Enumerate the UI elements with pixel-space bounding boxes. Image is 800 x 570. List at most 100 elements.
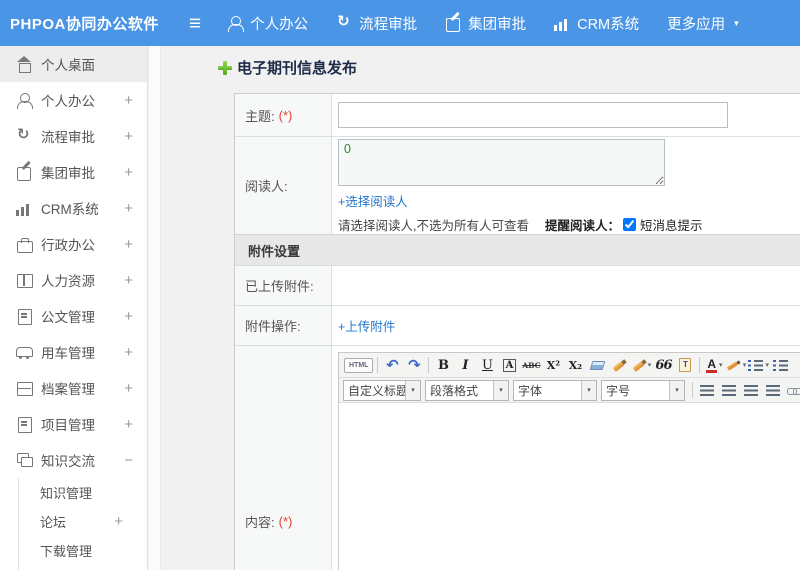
caret-down-icon[interactable]: ▾ [648,361,652,369]
font-frame-icon[interactable]: A [498,355,520,376]
nav-item-more-apps[interactable]: 更多应用 ▾ [667,13,739,34]
sidebar-item-public-file-cabinet[interactable]: 公共文件柜 [19,565,147,570]
caret-down-icon[interactable]: ▾ [581,380,596,400]
link-icon[interactable] [784,380,800,401]
heading-select[interactable]: 自定义标题 ▾ [343,379,421,401]
sidebar-item-knowledge-management[interactable]: 知识管理 [19,478,147,507]
align-center-icon[interactable] [718,380,740,401]
undo-icon[interactable]: ↶ [381,355,403,376]
highlight-icon[interactable]: ▾ [725,355,747,376]
editor-content-area[interactable] [339,403,800,570]
align-left-icon-glyph [700,384,714,396]
caret-down-icon[interactable]: ▾ [493,380,508,400]
subject-label: 主题: (*) [235,94,332,136]
rich-text-editor: HTML↶↷BIUAABCX²X₂▾66A▾▾▾ 自定义标题▾段落格式▾字体▾字… [338,352,800,570]
upload-attachment-link[interactable]: +上传附件 [338,316,800,335]
format-painter-icon[interactable]: ▾ [630,355,652,376]
sidebar-item-knowledge-exchange[interactable]: 知识交流 − [0,442,147,478]
editor-toolbar-row2: 自定义标题 ▾ 段落格式 ▾ 字体 ▾ 字号 ▾ [339,378,800,403]
sidebar-item-document-management[interactable]: 公文管理 + [0,298,147,334]
sidebar-item-crm-system[interactable]: CRM系统 + [0,190,147,226]
expand-icon[interactable]: + [124,272,133,289]
sidebar-item-project-management[interactable]: 项目管理 + [0,406,147,442]
subject-row: 主题: (*) [235,94,800,136]
subscript-icon[interactable]: X₂ [564,355,586,376]
nav-item-personal-office[interactable]: 个人办公 [227,13,308,34]
sidebar-item-personal-desktop[interactable]: 个人桌面 [0,46,147,82]
expand-icon[interactable]: + [124,200,133,217]
nav-item-label: 集团审批 [468,16,527,33]
chart-icon [16,200,32,216]
sms-notify-checkbox[interactable] [623,218,636,231]
sidebar-item-label: 集团审批 [41,166,95,181]
expand-icon[interactable]: + [124,344,133,361]
expand-icon[interactable]: + [124,236,133,253]
superscript-icon[interactable]: X² [542,355,564,376]
blockquote-icon[interactable]: 66 [652,355,674,376]
expand-icon[interactable]: + [124,164,133,181]
sidebar-menu: 个人桌面个人办公 + 流程审批 + 集团审批 + CRM系统 + 行政办公 + 人力资源 + 公文管理 +… [0,46,148,570]
paintbrush-icon-glyph [612,358,626,372]
sidebar-item-vehicle-management[interactable]: 用车管理 + [0,334,147,370]
sidebar-item-admin-office[interactable]: 行政办公 + [0,226,147,262]
bold-icon[interactable]: B [432,355,454,376]
align-right-icon[interactable] [740,380,762,401]
paragraph-select[interactable]: 段落格式 ▾ [425,379,509,401]
expand-icon[interactable]: + [124,92,133,109]
unordered-list-icon[interactable] [770,355,792,376]
font-color-icon[interactable]: A ▾ [703,355,725,376]
sidebar-item-group-approval[interactable]: 集团审批 + [0,154,147,190]
italic-icon[interactable]: I [454,355,476,376]
font-name-select-value: 字体 [518,383,543,398]
sidebar-item-process-approval[interactable]: 流程审批 + [0,118,147,154]
ordered-list-icon[interactable]: ▾ [747,355,770,376]
expand-icon[interactable]: + [124,380,133,397]
align-justify-icon[interactable] [762,380,784,401]
page-title-text: 电子期刊信息发布 [237,60,358,77]
collapse-icon[interactable]: − [124,452,133,469]
caret-down-icon[interactable]: ▾ [719,361,723,369]
subject-input[interactable] [338,102,728,128]
expand-icon[interactable]: + [124,128,133,145]
underline-icon-glyph: U [481,357,493,373]
edit-icon [445,15,461,32]
select-readers-link[interactable]: +选择阅读人 [338,191,800,210]
car-icon [16,344,33,360]
expand-icon[interactable]: + [124,416,133,433]
expand-icon[interactable]: + [114,513,123,530]
toolbar-separator [428,357,430,373]
redo-icon[interactable]: ↷ [403,355,425,376]
paragraph-select-value: 段落格式 [430,383,479,398]
caret-down-icon[interactable]: ▾ [765,361,769,369]
caret-down-icon: ▾ [734,17,739,28]
underline-icon[interactable]: U [476,355,498,376]
chart-icon [554,15,571,31]
sidebar-item-human-resources[interactable]: 人力资源 + [0,262,147,298]
sidebar-scrollbar[interactable] [149,46,161,570]
sidebar-item-archive-management[interactable]: 档案管理 + [0,370,147,406]
source-code-button[interactable]: HTML [343,355,374,376]
sidebar-item-forum[interactable]: 论坛 + [19,507,147,536]
font-size-select[interactable]: 字号 ▾ [601,379,685,401]
caret-down-icon[interactable]: ▾ [405,380,420,400]
attachment-ops-row: 附件操作: +上传附件 [235,305,800,345]
caret-down-icon[interactable]: ▾ [669,380,684,400]
menu-toggle-icon[interactable]: ≡ [189,13,201,34]
nav-item-group-approval[interactable]: 集团审批 [445,13,526,34]
unordered-list-icon-glyph [773,359,789,371]
sidebar-item-label: 论坛 [40,515,67,530]
strikethrough-icon[interactable]: ABC [520,355,542,376]
nav-item-process-approval[interactable]: 流程审批 [336,13,417,34]
caret-down-icon[interactable]: ▾ [743,361,747,369]
eraser-icon[interactable] [586,355,608,376]
expand-icon[interactable]: + [124,308,133,325]
paintbrush-icon[interactable] [608,355,630,376]
paste-plain-icon[interactable] [674,355,696,376]
align-left-icon[interactable] [696,380,718,401]
readers-textarea[interactable] [338,139,665,186]
nav-item-crm-system[interactable]: CRM系统 [554,13,639,34]
format-painter-icon-glyph [632,358,646,372]
sidebar-item-download-management[interactable]: 下载管理 [19,536,147,565]
sidebar-item-personal-office[interactable]: 个人办公 + [0,82,147,118]
font-name-select[interactable]: 字体 ▾ [513,379,597,401]
